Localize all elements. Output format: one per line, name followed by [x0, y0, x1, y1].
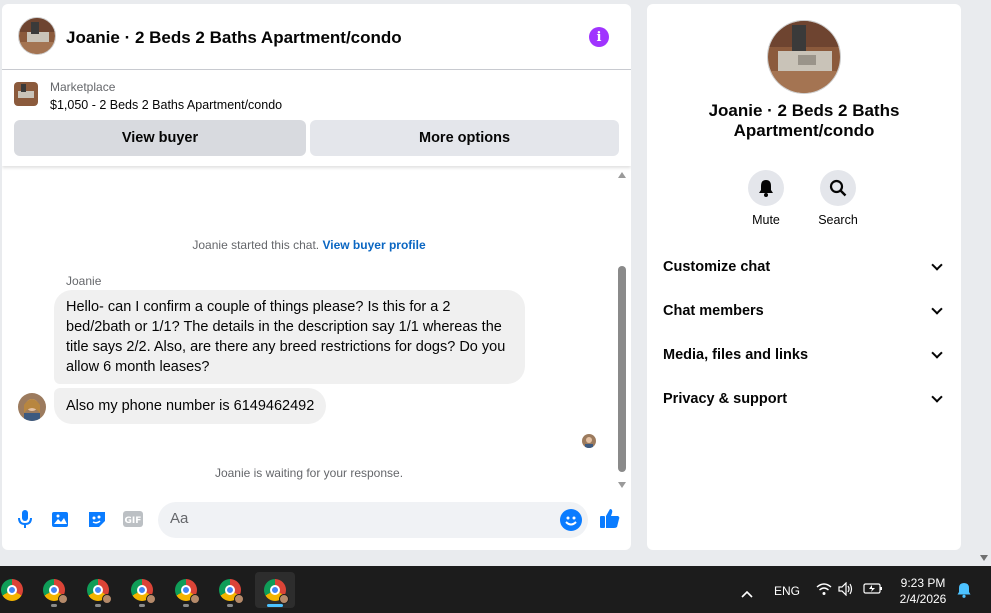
chevron-down-icon: [931, 303, 943, 315]
taskbar-clock[interactable]: 9:23 PM 2/4/2026: [890, 575, 956, 607]
taskbar-chrome-app[interactable]: [0, 572, 32, 608]
taskbar-chrome-app[interactable]: [166, 572, 206, 608]
section-label: Chat members: [663, 303, 764, 319]
section-chat-members[interactable]: Chat members: [663, 301, 947, 321]
page-scroll-down-arrow[interactable]: [980, 555, 988, 561]
message-bubble: Hello- can I confirm a couple of things …: [54, 290, 525, 384]
view-buyer-profile-link[interactable]: View buyer profile: [322, 238, 425, 252]
seen-avatar: [582, 434, 596, 448]
language-indicator[interactable]: ENG: [774, 584, 800, 598]
scroll-down-arrow[interactable]: [618, 482, 626, 488]
sender-avatar[interactable]: [18, 393, 46, 421]
scroll-thumb[interactable]: [618, 266, 626, 472]
section-label: Customize chat: [663, 259, 771, 275]
notification-bell-icon[interactable]: [957, 582, 971, 603]
thumbs-up-icon[interactable]: [598, 506, 622, 530]
message-input-box[interactable]: [158, 502, 588, 538]
chrome-icon: [43, 579, 68, 604]
battery-icon[interactable]: [863, 581, 883, 600]
gif-icon[interactable]: GIF: [122, 508, 144, 530]
listing-avatar[interactable]: [18, 17, 56, 55]
taskbar-chrome-app-active[interactable]: [255, 572, 295, 608]
sender-name: Joanie: [66, 274, 102, 288]
marketplace-label: Marketplace: [50, 80, 116, 94]
mute-label: Mute: [752, 213, 780, 227]
chevron-down-icon: [931, 259, 943, 271]
chat-started-text: Joanie started this chat.: [192, 238, 320, 252]
chrome-icon: [87, 579, 112, 604]
chat-header: Joanie · 2 Beds 2 Baths Apartment/condo …: [2, 4, 631, 70]
photo-icon[interactable]: [50, 508, 72, 530]
chevron-down-icon: [931, 391, 943, 403]
bell-icon[interactable]: [748, 170, 784, 206]
chrome-icon: [219, 579, 244, 604]
volume-icon[interactable]: [838, 581, 854, 601]
message-input[interactable]: [170, 510, 550, 527]
taskbar-chrome-app[interactable]: [34, 572, 74, 608]
clock-date: 2/4/2026: [899, 592, 947, 606]
section-label: Media, files and links: [663, 347, 809, 363]
section-label: Privacy & support: [663, 391, 788, 407]
taskbar-chrome-app[interactable]: [122, 572, 162, 608]
info-title: Joanie · 2 Beds 2 Baths Apartment/condo: [708, 101, 900, 140]
message-scrollbar[interactable]: [616, 170, 628, 490]
taskbar-chrome-app[interactable]: [210, 572, 250, 608]
search-label: Search: [818, 213, 858, 227]
microphone-icon[interactable]: [14, 508, 36, 530]
section-customize-chat[interactable]: Customize chat: [663, 257, 947, 277]
waiting-notice: Joanie is waiting for your response.: [214, 466, 404, 480]
chat-started-notice: Joanie started this chat. View buyer pro…: [2, 238, 616, 252]
more-options-button[interactable]: More options: [310, 120, 619, 156]
section-privacy-support[interactable]: Privacy & support: [663, 389, 947, 409]
chat-panel: Joanie · 2 Beds 2 Baths Apartment/condo …: [2, 4, 631, 550]
mute-button[interactable]: Mute: [736, 170, 796, 227]
taskbar: ENG: [0, 566, 991, 613]
chevron-down-icon: [931, 347, 943, 359]
marketplace-bar: Marketplace $1,050 - 2 Beds 2 Baths Apar…: [2, 70, 631, 166]
listing-thumbnail[interactable]: [14, 82, 38, 106]
taskbar-chrome-app[interactable]: [78, 572, 118, 608]
svg-text:GIF: GIF: [125, 516, 142, 526]
listing-avatar-large[interactable]: [767, 20, 841, 94]
scroll-up-arrow[interactable]: [618, 172, 626, 178]
emoji-icon[interactable]: [560, 509, 582, 531]
chrome-icon: [131, 579, 156, 604]
listing-price-title[interactable]: $1,050 - 2 Beds 2 Baths Apartment/condo: [50, 98, 282, 112]
search-icon[interactable]: [820, 170, 856, 206]
chrome-icon: [1, 579, 23, 601]
tray-overflow-icon[interactable]: [741, 585, 753, 603]
info-icon[interactable]: i: [589, 27, 609, 47]
clock-time: 9:23 PM: [900, 576, 946, 590]
message-bubble: Also my phone number is 6149462492: [54, 388, 327, 424]
wifi-icon[interactable]: [816, 582, 832, 601]
view-buyer-button[interactable]: View buyer: [14, 120, 306, 156]
chat-title[interactable]: Joanie · 2 Beds 2 Baths Apartment/condo: [66, 28, 402, 48]
search-button[interactable]: Search: [808, 170, 868, 227]
message-list: Joanie started this chat. View buyer pro…: [2, 166, 631, 490]
section-media-files-links[interactable]: Media, files and links: [663, 345, 947, 365]
composer: GIF: [2, 500, 631, 540]
sticker-icon[interactable]: [86, 508, 108, 530]
chrome-icon: [264, 579, 289, 604]
chrome-icon: [175, 579, 200, 604]
chat-info-panel: Joanie · 2 Beds 2 Baths Apartment/condo …: [647, 4, 961, 550]
